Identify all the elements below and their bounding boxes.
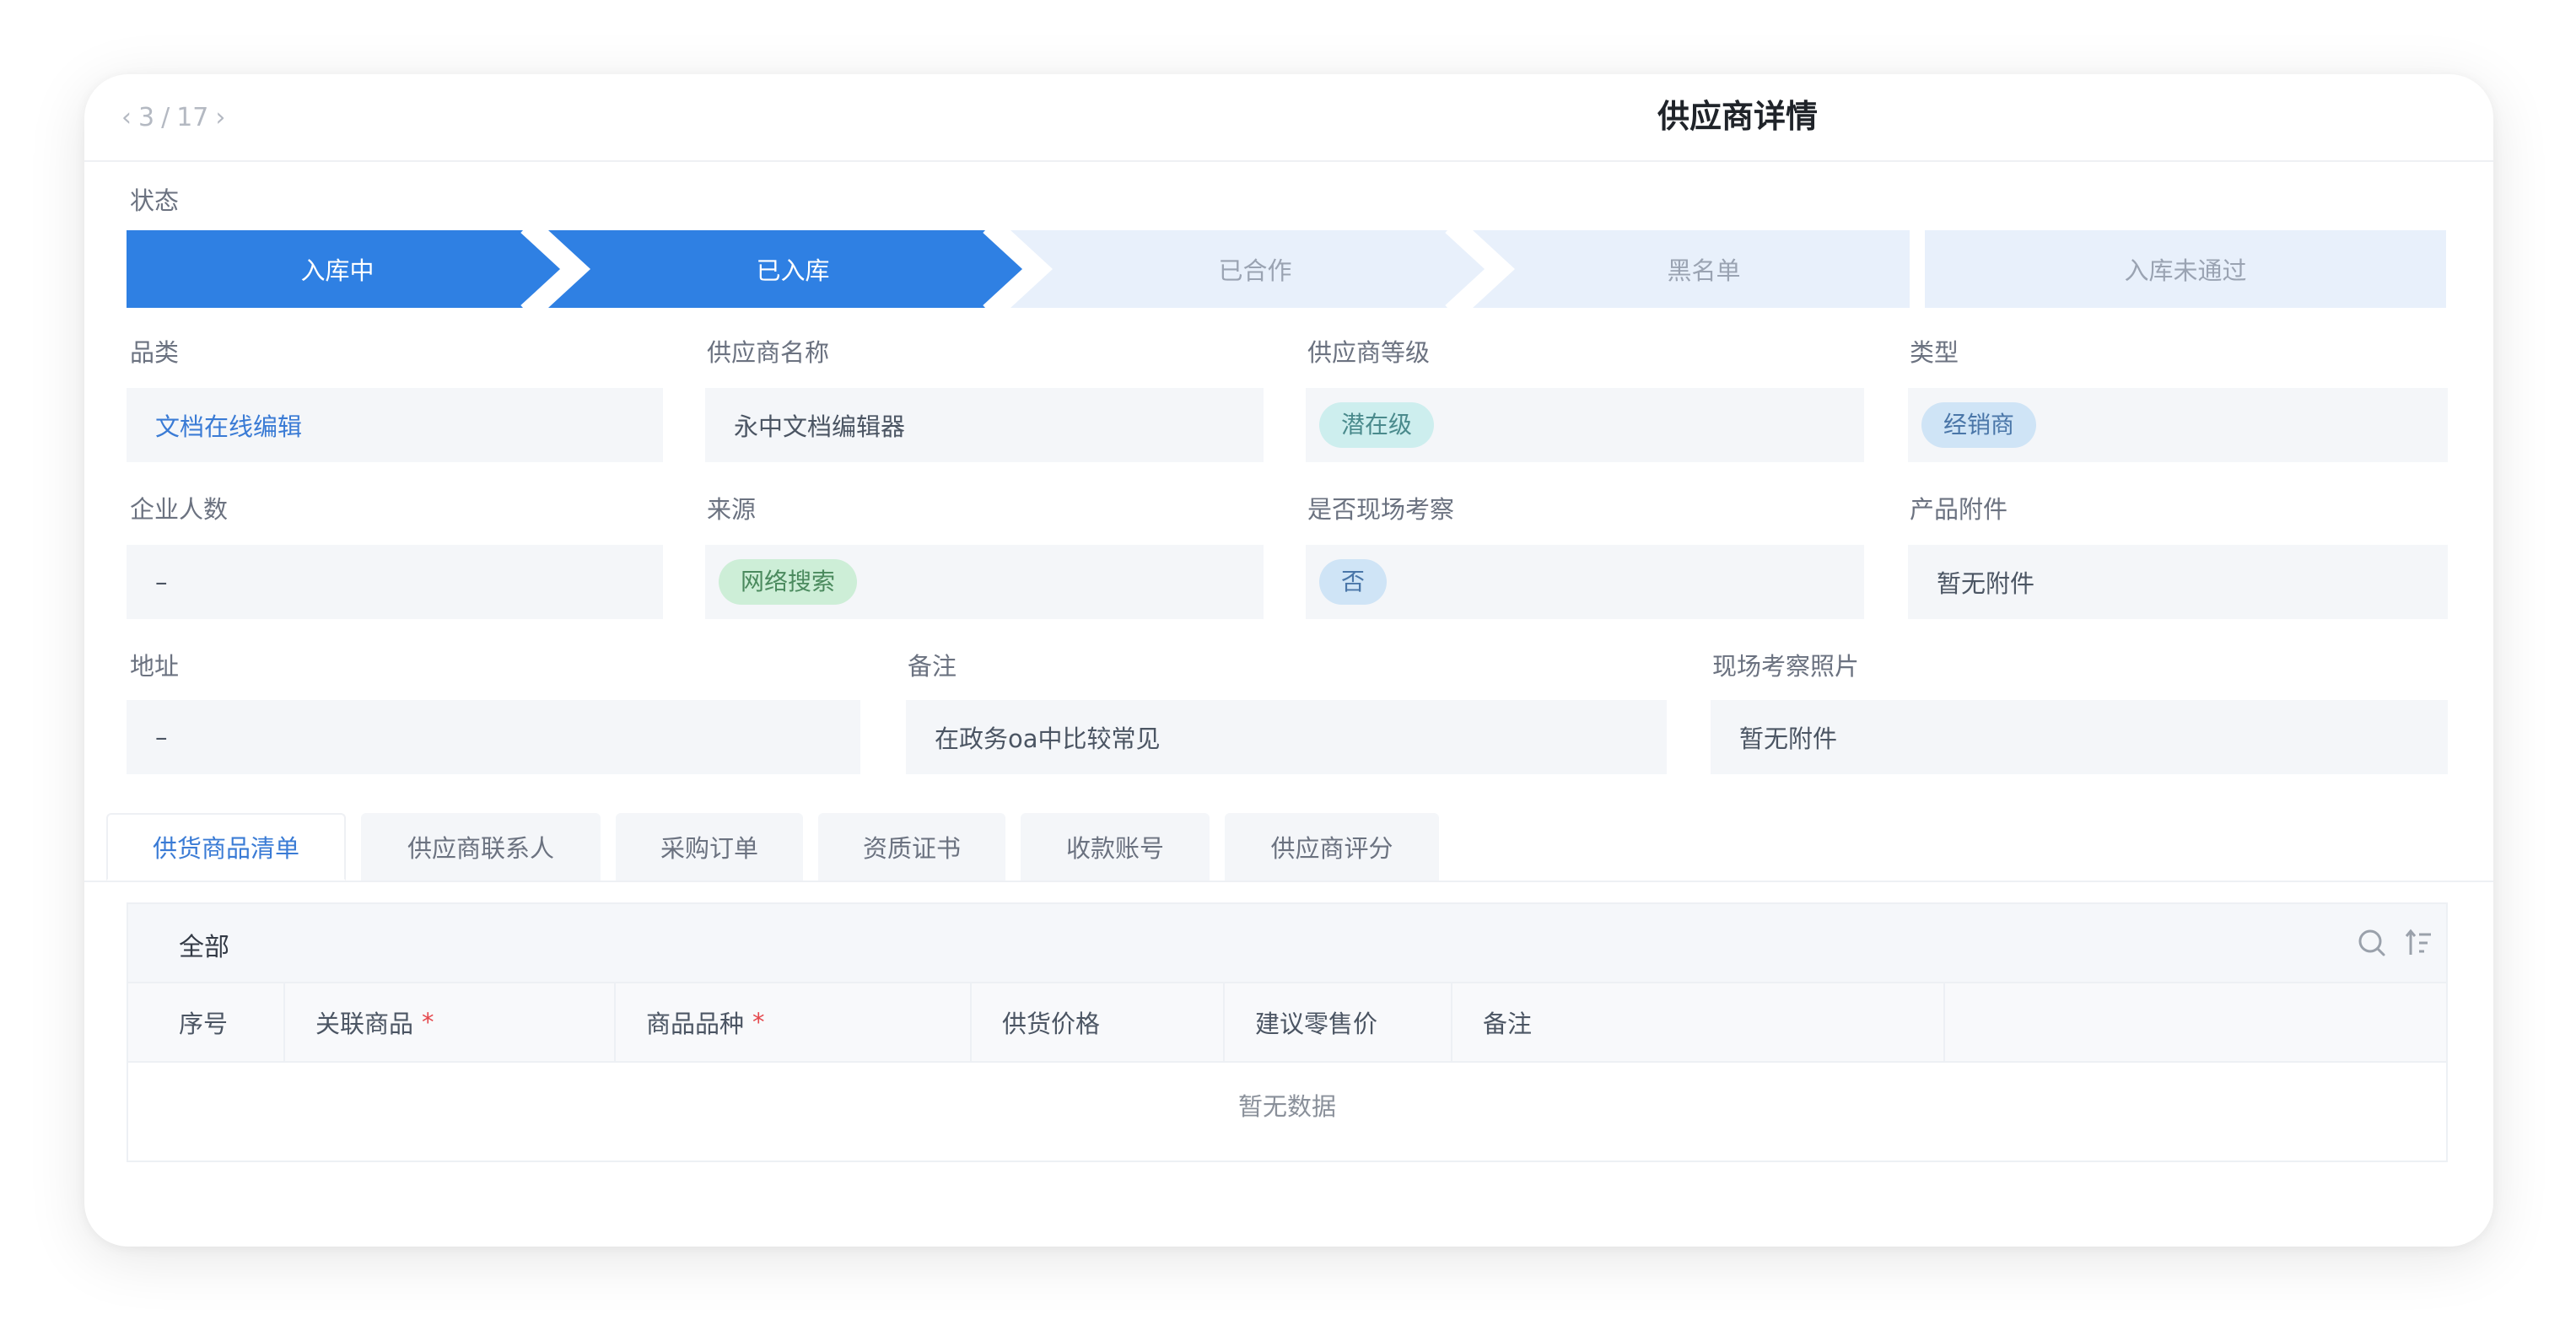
tabs-divider [84, 881, 2493, 882]
column-remark: 备注 [1452, 983, 1945, 1061]
filter-all[interactable]: 全部 [179, 926, 229, 963]
status-label: 状态 [130, 186, 180, 215]
category-label: 品类 [130, 338, 180, 367]
employee-count-label: 企业人数 [130, 495, 229, 524]
status-steps: 入库中 已入库 已合作 黑名单 入库未通过 [127, 230, 2446, 308]
site-inspection-field[interactable]: 否 [1306, 545, 1864, 619]
column-index: 序号 [128, 983, 285, 1061]
previous-record-icon[interactable]: ‹ [121, 103, 132, 132]
step-inbound-done[interactable]: 已入库 [574, 230, 1012, 308]
product-attachment-label: 产品附件 [1910, 495, 2008, 524]
table-empty-state: 暂无数据 [1237, 1092, 1336, 1121]
table-toolbar: 全部 [128, 904, 2446, 982]
type-field[interactable]: 经销商 [1908, 388, 2448, 462]
supplier-level-field[interactable]: 潜在级 [1306, 388, 1864, 462]
address-label: 地址 [130, 652, 180, 681]
remark-label: 备注 [908, 652, 957, 681]
column-index-label: 序号 [179, 1010, 229, 1038]
next-record-icon[interactable]: › [215, 103, 225, 132]
supply-goods-table: 全部 序号 关联商品 * 商品品种 * 供货价格 建议零售价 备注 暂无数据 [127, 902, 2448, 1162]
source-tag: 网络搜索 [719, 559, 858, 605]
supplier-level-label: 供应商等级 [1307, 338, 1431, 367]
supplier-detail-card: ‹ 3 / 17 › 供应商详情 状态 入库中 已入库 已合作 黑名单 入库未通… [84, 74, 2493, 1247]
search-icon[interactable] [2355, 926, 2389, 960]
column-linked-goods-label: 关联商品 [315, 1010, 414, 1038]
page-title: 供应商详情 [1657, 98, 1818, 135]
column-supply-price-label: 供货价格 [1002, 1010, 1101, 1038]
top-bar: ‹ 3 / 17 › 供应商详情 [84, 74, 2493, 162]
category-field[interactable]: 文档在线编辑 [127, 388, 663, 462]
step-inbound-rejected[interactable]: 入库未通过 [1925, 230, 2446, 308]
record-pager: ‹ 3 / 17 › [121, 98, 225, 137]
step-cooperating[interactable]: 已合作 [1036, 230, 1474, 308]
employee-count-field[interactable]: – [127, 545, 663, 619]
product-attachment-field[interactable]: 暂无附件 [1908, 545, 2448, 619]
site-inspection-label: 是否现场考察 [1307, 495, 1455, 524]
tab-payment-accounts[interactable]: 收款账号 [1021, 813, 1210, 881]
column-linked-goods: 关联商品 * [285, 983, 616, 1061]
site-inspection-tag: 否 [1319, 559, 1388, 605]
tab-supplier-rating[interactable]: 供应商评分 [1225, 813, 1439, 881]
tab-supplier-contacts[interactable]: 供应商联系人 [361, 813, 601, 881]
source-label: 来源 [707, 495, 757, 524]
pager-separator: / [161, 102, 170, 132]
type-label: 类型 [1910, 338, 1959, 367]
column-goods-variety: 商品品种 * [616, 983, 972, 1061]
column-remark-label: 备注 [1483, 1010, 1533, 1038]
column-goods-variety-label: 商品品种 [646, 1010, 745, 1038]
inspection-photos-label: 现场考察照片 [1712, 652, 1860, 681]
required-marker: * [422, 1008, 434, 1037]
remark-field[interactable]: 在政务oa中比较常见 [906, 700, 1667, 774]
supplier-level-tag: 潜在级 [1319, 402, 1435, 448]
column-retail-price: 建议零售价 [1225, 983, 1452, 1061]
pager-total: 17 [176, 102, 209, 132]
supplier-name-label: 供应商名称 [707, 338, 830, 367]
type-tag: 经销商 [1921, 402, 2037, 448]
pager-current: 3 [138, 102, 155, 132]
column-retail-price-label: 建议零售价 [1255, 1010, 1378, 1038]
step-blacklist[interactable]: 黑名单 [1498, 230, 1910, 308]
supplier-name-field[interactable]: 永中文档编辑器 [705, 388, 1264, 462]
inspection-photos-field[interactable]: 暂无附件 [1711, 700, 2448, 774]
table-header: 序号 关联商品 * 商品品种 * 供货价格 建议零售价 备注 [128, 982, 2446, 1063]
sort-icon[interactable] [2402, 926, 2436, 960]
column-supply-price: 供货价格 [972, 983, 1225, 1061]
tab-supply-goods[interactable]: 供货商品清单 [106, 813, 346, 881]
step-inbound-pending[interactable]: 入库中 [127, 230, 548, 308]
address-field[interactable]: – [127, 700, 860, 774]
tab-certificates[interactable]: 资质证书 [818, 813, 1005, 881]
source-field[interactable]: 网络搜索 [705, 545, 1264, 619]
tab-purchase-orders[interactable]: 采购订单 [616, 813, 803, 881]
required-marker: * [752, 1008, 765, 1037]
